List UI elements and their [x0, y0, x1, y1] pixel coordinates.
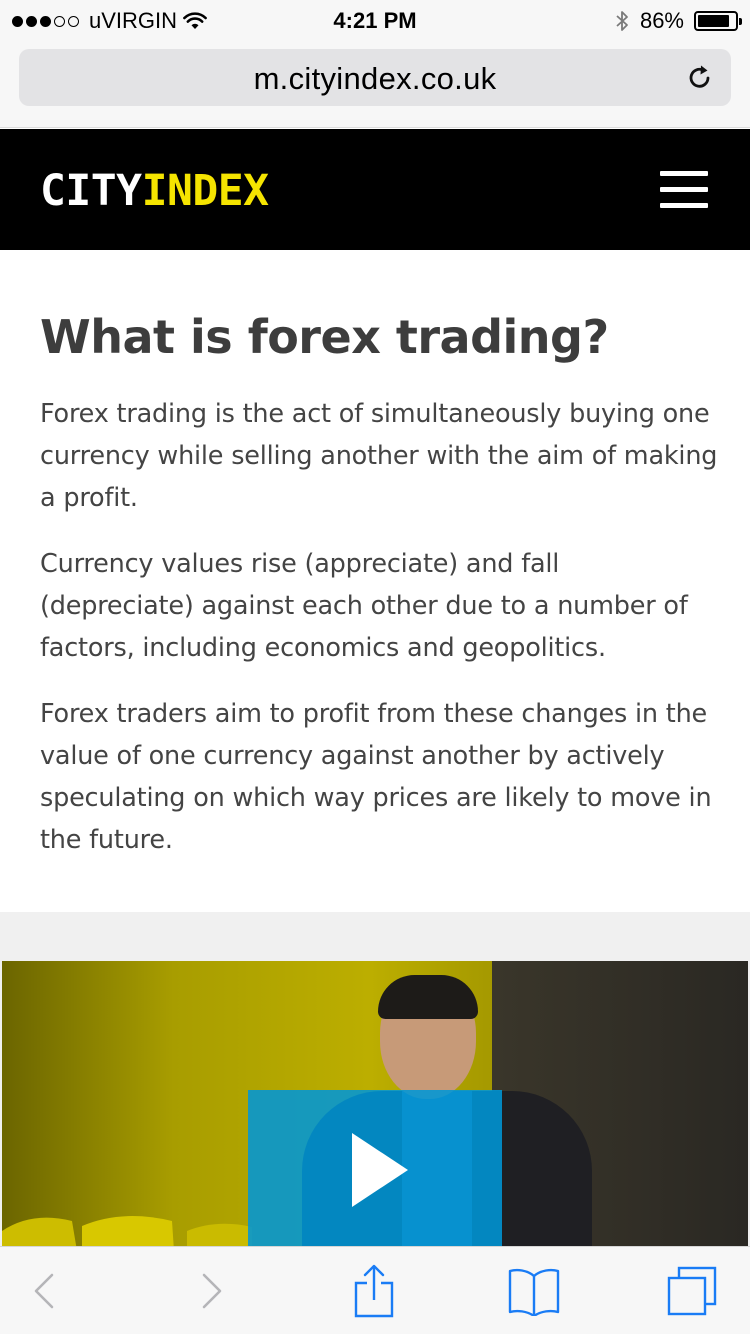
city-index-logo[interactable]: CITYINDEX — [40, 167, 269, 215]
url-text[interactable]: m.cityindex.co.uk — [19, 61, 731, 97]
battery-icon — [694, 11, 742, 31]
article-paragraph: Forex trading is the act of simultaneous… — [40, 399, 718, 513]
reload-icon[interactable] — [685, 62, 715, 92]
back-icon — [34, 1273, 54, 1309]
logo-city-text: CITY — [40, 166, 142, 216]
bluetooth-icon — [616, 11, 628, 31]
tabs-button[interactable] — [652, 1247, 732, 1334]
share-icon — [354, 1264, 394, 1318]
address-bar[interactable]: m.cityindex.co.uk — [19, 49, 731, 106]
chairs-illustration — [2, 1216, 252, 1248]
back-button[interactable] — [4, 1247, 84, 1334]
status-bar-right: 86% — [614, 8, 742, 34]
presenter-hair — [378, 975, 478, 1019]
page-title: What is forex trading? — [40, 310, 609, 364]
bookmarks-button[interactable] — [494, 1247, 574, 1334]
site-header: CITYINDEX — [0, 129, 750, 250]
article-paragraph: Currency values rise (appreciate) and fa… — [40, 549, 688, 663]
battery-percentage: 86% — [639, 8, 684, 33]
play-button[interactable] — [248, 1090, 502, 1250]
bookmarks-icon — [508, 1268, 560, 1316]
browser-address-area: m.cityindex.co.uk — [0, 40, 750, 128]
forward-icon — [202, 1273, 222, 1309]
play-icon — [352, 1133, 408, 1207]
browser-toolbar — [0, 1246, 750, 1334]
tabs-icon — [667, 1266, 717, 1316]
logo-index-text: INDEX — [141, 166, 269, 216]
forward-button[interactable] — [172, 1247, 252, 1334]
hamburger-menu-icon[interactable] — [660, 171, 708, 209]
article-paragraph: Forex traders aim to profit from these c… — [40, 699, 712, 855]
share-button[interactable] — [334, 1247, 414, 1334]
article-content: What is forex trading? Forex trading is … — [40, 305, 720, 885]
status-bar: uVIRGIN 4:21 PM 86% — [0, 0, 750, 40]
